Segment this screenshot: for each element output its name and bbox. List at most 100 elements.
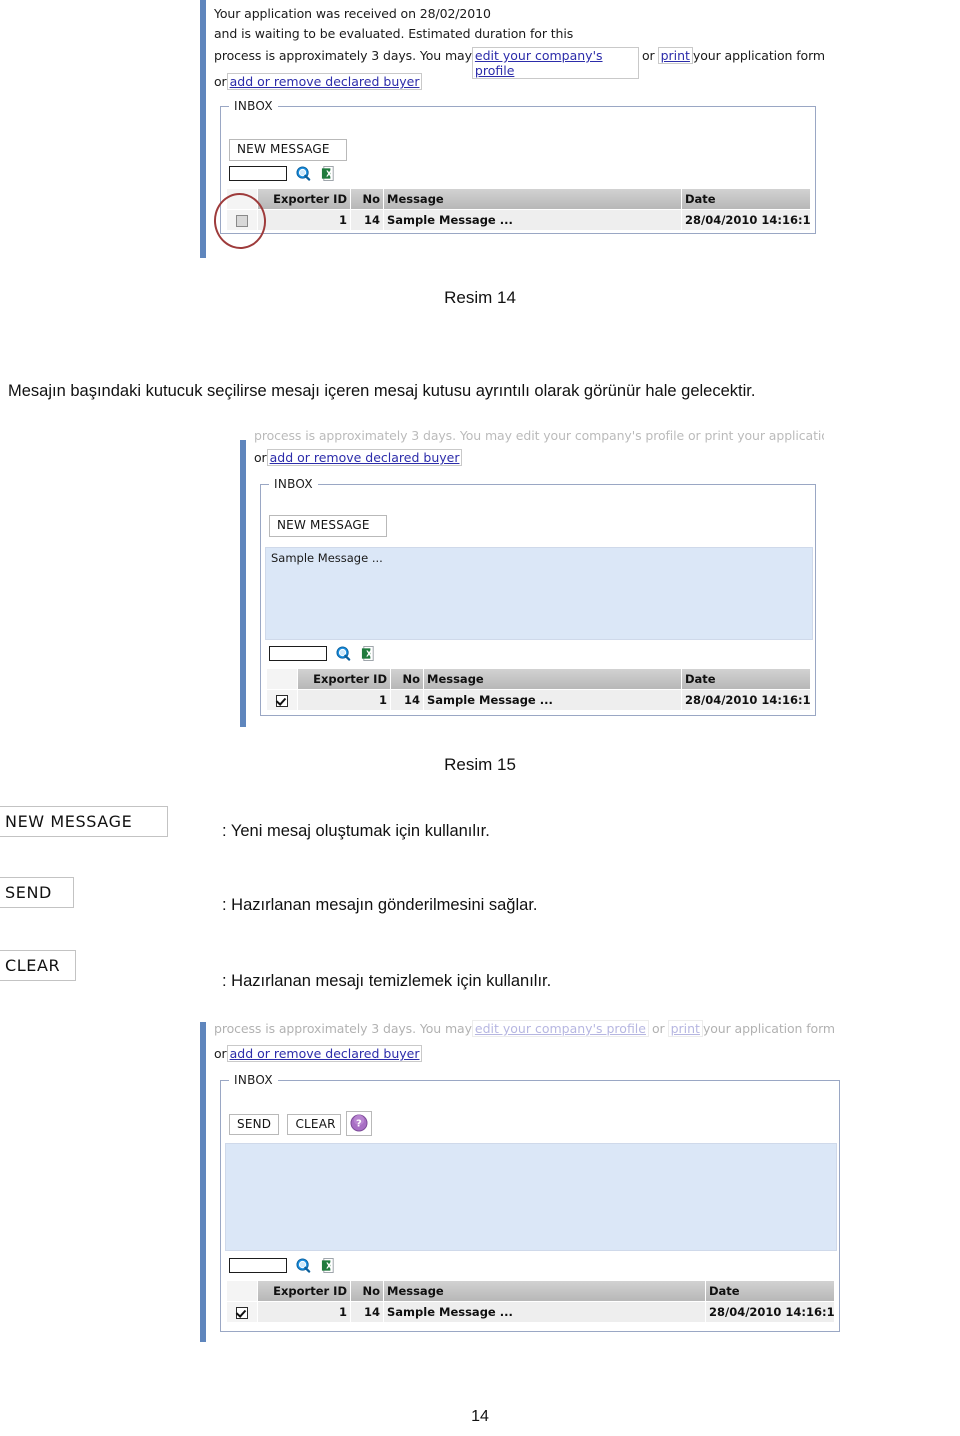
search-icon[interactable]	[336, 646, 351, 661]
send-button[interactable]: SEND	[229, 1113, 279, 1136]
grid-header-message[interactable]: Message	[423, 669, 682, 690]
svg-text:?: ?	[356, 1119, 362, 1130]
inbox-fieldset: INBOX NEW MESSAGE Sample Message ... X E…	[260, 477, 816, 716]
excel-export-icon[interactable]: X	[361, 646, 376, 662]
inbox-fieldset: INBOX SEND CLEAR ? X Exporter ID No Mess…	[220, 1073, 840, 1332]
row-no: 14	[390, 689, 424, 710]
grid-search-input[interactable]	[269, 646, 327, 662]
figure-15-screenshot: process is approximately 3 days. You may…	[240, 428, 824, 727]
svg-text:X: X	[366, 650, 372, 659]
app-paragraph-line-2: and is waiting to be evaluated. Estimate…	[214, 26, 573, 41]
grid-header-date[interactable]: Date	[705, 1281, 835, 1302]
browser-left-rail	[240, 440, 246, 727]
figure-16-screenshot: process is approximately 3 days. You may…	[200, 1012, 845, 1342]
app-text-line-3-mid: or	[651, 1021, 665, 1036]
grid-header-date[interactable]: Date	[681, 669, 811, 690]
inbox-data-grid: Exporter ID No Message Date 1 14 Sample …	[227, 189, 811, 230]
row-date: 28/04/2010 14:16:16	[681, 689, 811, 710]
help-question-icon[interactable]: ?	[345, 1111, 372, 1136]
row-no: 14	[350, 209, 384, 230]
excel-export-icon[interactable]: X	[321, 166, 336, 182]
legend-send-description: : Hazırlanan mesajın gönderilmesini sağl…	[222, 896, 538, 914]
inbox-fieldset: INBOX NEW MESSAGE X Exporter ID No Messa…	[220, 99, 816, 234]
grid-header-select	[267, 669, 298, 690]
app-text-line-2: and is waiting to be evaluated. Estimate…	[214, 26, 574, 41]
new-message-button[interactable]: NEW MESSAGE	[269, 515, 387, 537]
grid-header-date[interactable]: Date	[681, 189, 811, 210]
app-text-line-3-pre: process is approximately 3 days. You may	[214, 48, 472, 63]
row-no: 14	[350, 1301, 384, 1322]
search-icon[interactable]	[296, 166, 311, 181]
table-row[interactable]: 1 14 Sample Message ... 28/04/2010 14:16…	[267, 689, 811, 710]
message-compose-body[interactable]	[225, 1143, 837, 1251]
app-paragraph-line-3-faded: process is approximately 3 days. You may…	[214, 1020, 835, 1037]
row-date: 28/04/2010 14:16:16	[705, 1301, 835, 1322]
grid-header-no[interactable]: No	[390, 669, 424, 690]
row-select-checkbox[interactable]	[236, 214, 248, 227]
row-exporter-id: 1	[257, 1301, 351, 1322]
app-text-line-3-post: your application form	[702, 1021, 836, 1036]
grid-search-input[interactable]	[229, 166, 287, 182]
legend-clear-button[interactable]: CLEAR	[0, 950, 76, 981]
app-text-line-3-mid: or	[641, 48, 655, 63]
svg-text:X: X	[326, 170, 332, 179]
row-select-cell[interactable]	[227, 1301, 258, 1322]
excel-export-icon[interactable]: X	[321, 1258, 336, 1274]
message-detail-body: Sample Message ...	[265, 547, 813, 640]
browser-left-rail	[200, 1022, 206, 1342]
row-select-cell[interactable]	[267, 689, 298, 710]
compose-toolbar: SEND CLEAR ?	[229, 1111, 372, 1136]
figure-15-faded-top-line: process is approximately 3 days. You may…	[254, 428, 824, 443]
new-message-button[interactable]: NEW MESSAGE	[229, 139, 347, 161]
grid-header-exporter-id[interactable]: Exporter ID	[257, 1281, 351, 1302]
app-text-line-3-pre: process is approximately 3 days. You may	[214, 1021, 472, 1036]
edit-company-profile-link[interactable]: edit your company's profile	[471, 47, 639, 79]
add-remove-declared-buyer-link[interactable]: add or remove declared buyer	[226, 1045, 423, 1062]
row-exporter-id: 1	[257, 209, 351, 230]
print-link[interactable]: print	[667, 1020, 703, 1037]
edit-company-profile-link[interactable]: edit your company's profile	[471, 1020, 649, 1037]
grid-header-row: Exporter ID No Message Date	[227, 189, 811, 210]
app-text-line-4-pre: or	[214, 74, 227, 89]
body-paragraph-1: Mesajın başındaki kutucuk seçilirse mesa…	[8, 382, 756, 400]
row-select-checkbox[interactable]	[276, 694, 288, 707]
app-text-line-3-post: your application form	[692, 48, 825, 63]
inbox-legend-label: INBOX	[229, 1073, 278, 1087]
print-link[interactable]: print	[657, 47, 693, 64]
row-select-checkbox[interactable]	[236, 1306, 248, 1319]
legend-send-button[interactable]: SEND	[0, 877, 74, 908]
grid-search-input[interactable]	[229, 1258, 287, 1274]
table-row[interactable]: 1 14 Sample Message ... 28/04/2010 14:16…	[227, 1301, 835, 1322]
grid-header-row: Exporter ID No Message Date	[227, 1281, 835, 1302]
row-message: Sample Message ...	[383, 209, 682, 230]
inbox-data-grid: Exporter ID No Message Date 1 14 Sample …	[227, 1281, 835, 1322]
inbox-legend-label: INBOX	[269, 477, 318, 491]
grid-header-exporter-id[interactable]: Exporter ID	[257, 189, 351, 210]
grid-header-exporter-id[interactable]: Exporter ID	[297, 669, 391, 690]
app-paragraph-line-4: or add or remove declared buyer	[254, 449, 463, 466]
grid-header-message[interactable]: Message	[383, 189, 682, 210]
row-date: 28/04/2010 14:16:16	[681, 209, 811, 230]
row-message: Sample Message ...	[423, 689, 682, 710]
figure-14-caption: Resim 14	[444, 288, 516, 307]
table-row[interactable]: 1 14 Sample Message ... 28/04/2010 14:16…	[227, 209, 811, 230]
grid-search-row: X	[229, 1257, 336, 1275]
app-text-line-1: Your application was received on 28/02/2…	[214, 6, 491, 21]
legend-new-message-button[interactable]: NEW MESSAGE	[0, 806, 168, 837]
app-paragraph-line-4: or add or remove declared buyer	[214, 1045, 423, 1062]
grid-search-row: X	[269, 645, 376, 663]
legend-clear-description: : Hazırlanan mesajı temizlemek için kull…	[222, 972, 552, 990]
add-remove-declared-buyer-link[interactable]: add or remove declared buyer	[266, 449, 463, 466]
clear-button[interactable]: CLEAR	[287, 1113, 342, 1136]
app-text-line-4-pre: or	[254, 450, 267, 465]
grid-header-no[interactable]: No	[350, 189, 384, 210]
inbox-legend-label: INBOX	[229, 99, 278, 113]
grid-header-no[interactable]: No	[350, 1281, 384, 1302]
search-icon[interactable]	[296, 1258, 311, 1273]
add-remove-declared-buyer-link[interactable]: add or remove declared buyer	[226, 73, 423, 90]
row-select-cell[interactable]	[227, 209, 258, 230]
grid-header-row: Exporter ID No Message Date	[267, 669, 811, 690]
row-exporter-id: 1	[297, 689, 391, 710]
grid-header-message[interactable]: Message	[383, 1281, 706, 1302]
figure-14-screenshot: Your application was received on 28/02/2…	[200, 0, 825, 258]
